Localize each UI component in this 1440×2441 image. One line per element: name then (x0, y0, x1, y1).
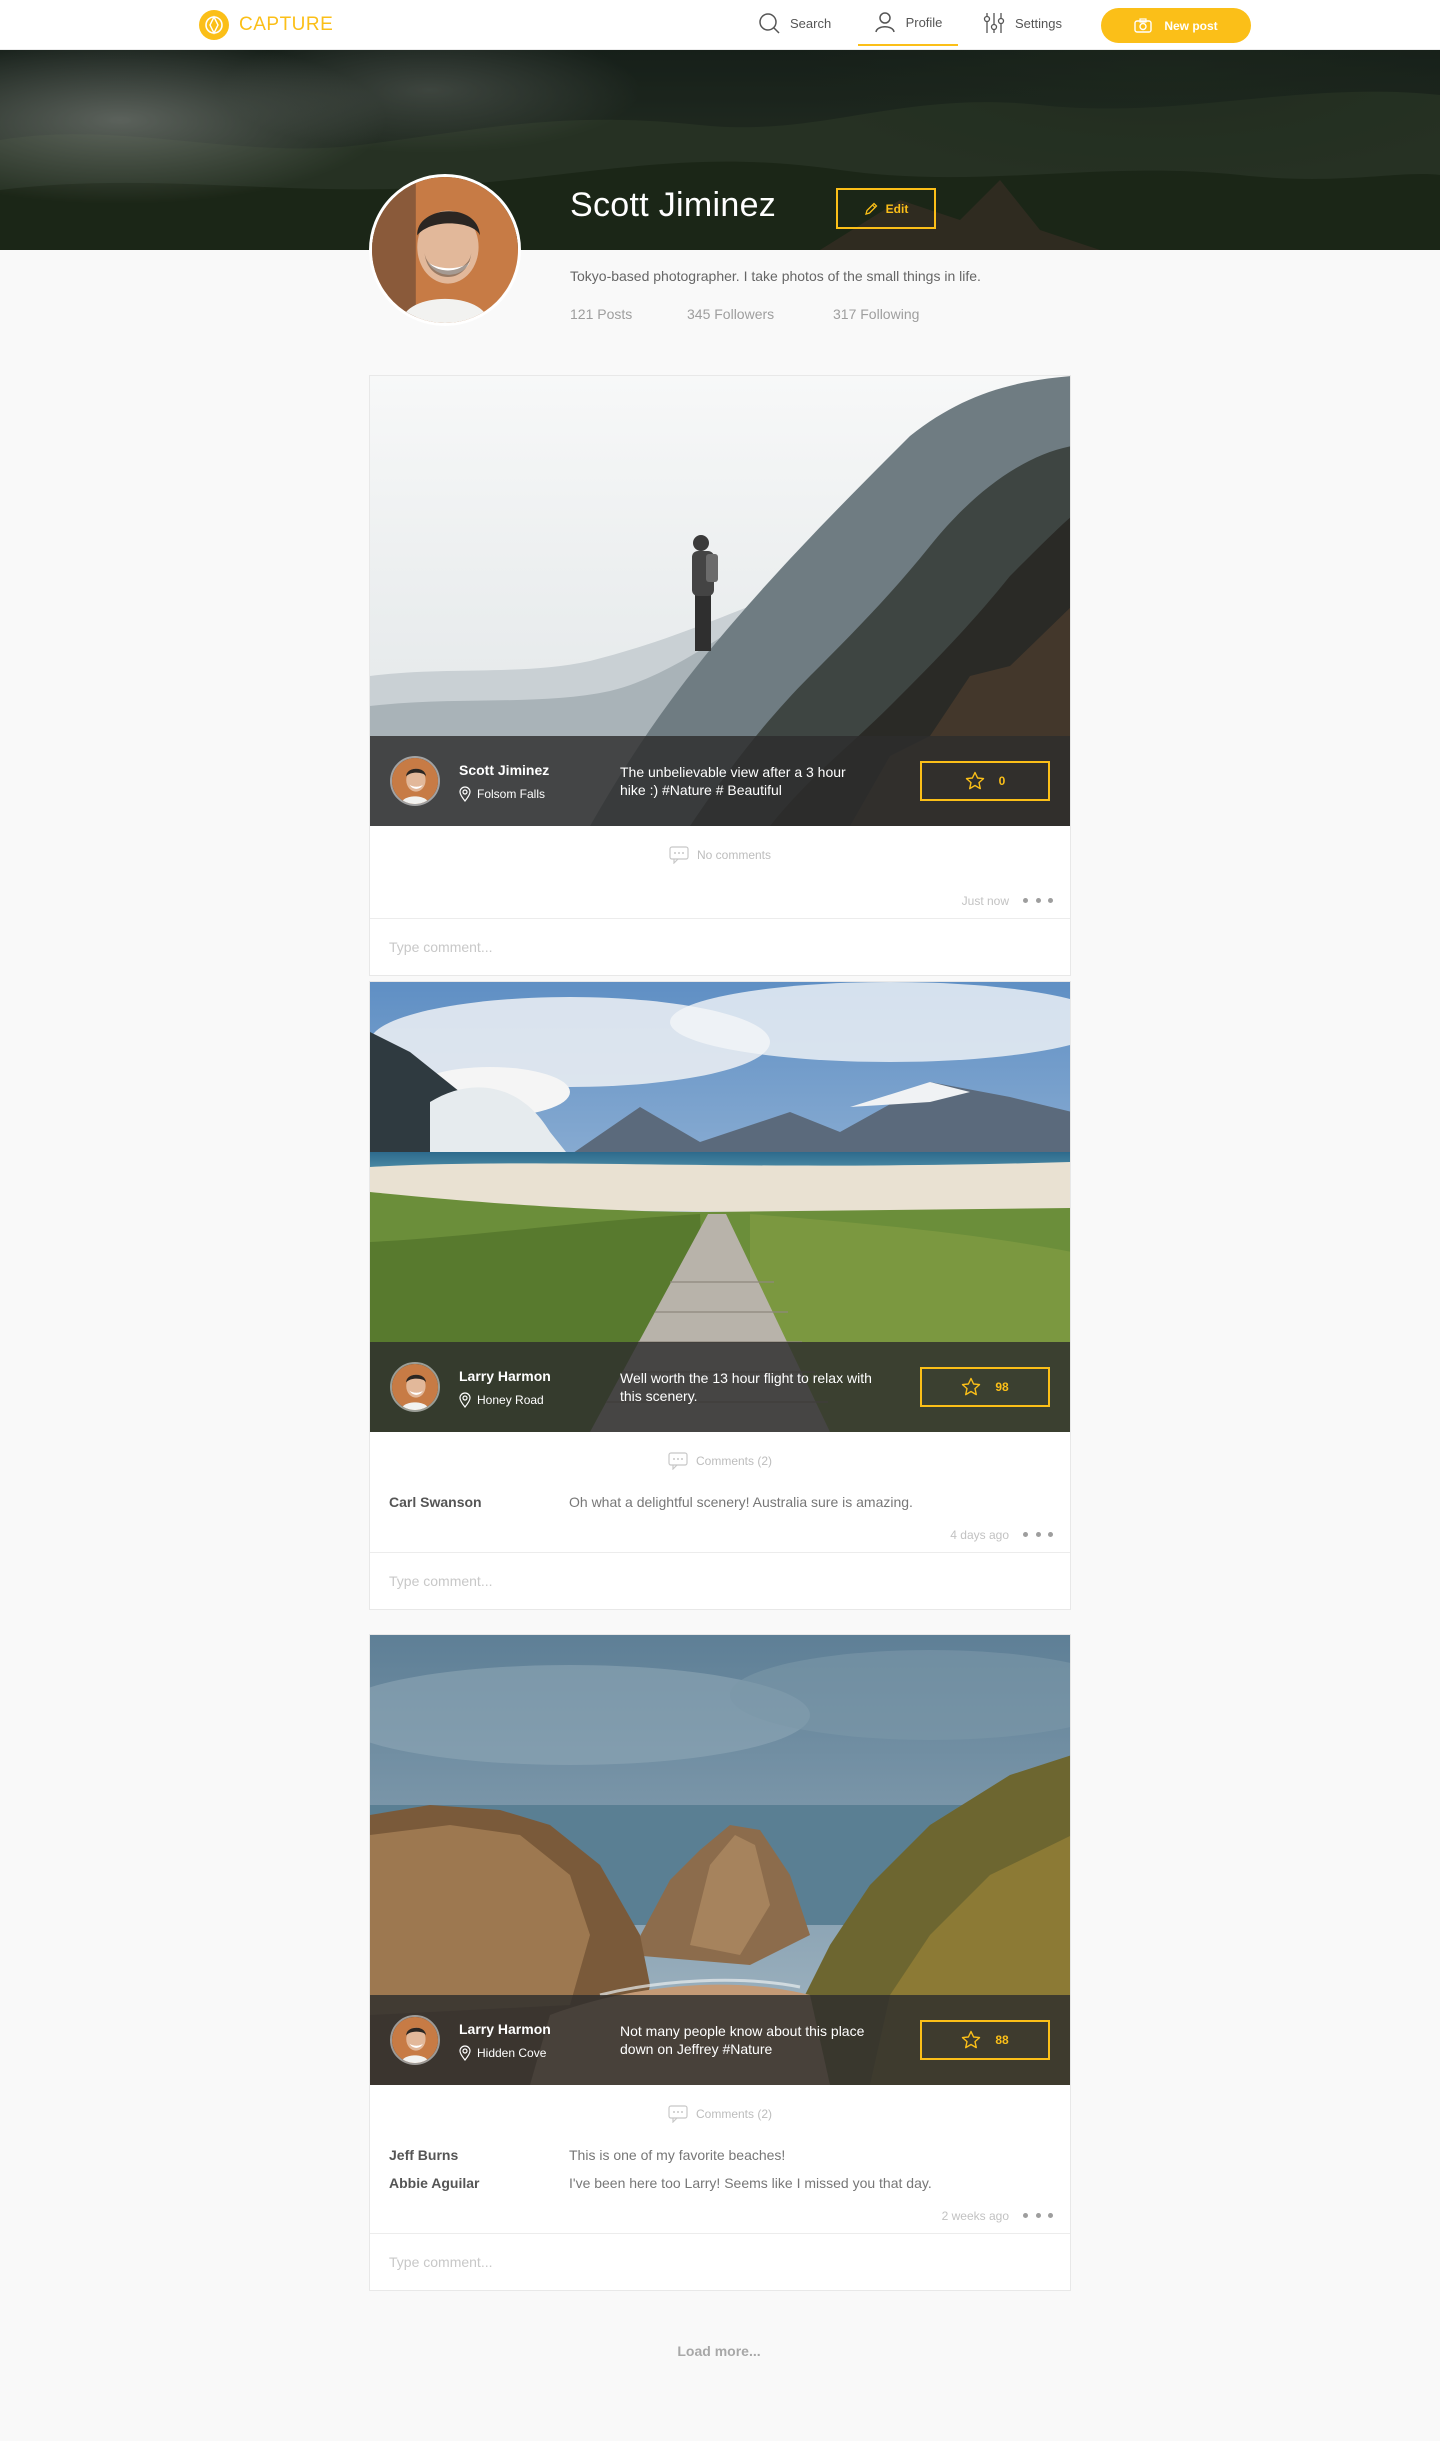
comments-header: No comments (370, 826, 1070, 884)
nav-search[interactable]: Search (758, 0, 831, 46)
sliders-icon (983, 13, 1005, 33)
post-caption-bar: Scott Jiminez Folsom Falls The unbelieva… (370, 736, 1070, 826)
profile-stats: 121 Posts 345 Followers 317 Following (570, 306, 919, 322)
comment-item: Abbie Aguilar I've been here too Larry! … (370, 2171, 1070, 2199)
avatar-portrait (392, 758, 438, 804)
post-photo[interactable]: Scott Jiminez Folsom Falls The unbelieva… (370, 376, 1070, 826)
comment-bubble-icon (669, 846, 689, 864)
more-options-icon[interactable] (1023, 1526, 1053, 1542)
post-photo[interactable]: Larry Harmon Honey Road Well worth the 1… (370, 982, 1070, 1432)
post-caption: Not many people know about this place do… (620, 2023, 865, 2057)
post-caption: Well worth the 13 hour flight to relax w… (620, 1370, 872, 1404)
more-options-icon[interactable] (1023, 892, 1053, 908)
post-meta: 2 weeks ago (370, 2199, 1070, 2233)
star-button[interactable]: 88 (920, 2020, 1050, 2060)
post-meta: 4 days ago (370, 1518, 1070, 1552)
load-more-button[interactable]: Load more... (619, 2343, 819, 2359)
star-count: 98 (995, 1380, 1009, 1394)
comments-count-label: Comments (2) (695, 1454, 772, 1468)
author-avatar[interactable] (390, 2015, 440, 2065)
brand-name: CAPTURE (239, 14, 334, 35)
top-navigation: CAPTURE Search Profile Settings New post (0, 0, 1440, 50)
aperture-icon (199, 10, 229, 40)
post-card: Larry Harmon Honey Road Well worth the 1… (369, 981, 1071, 1610)
star-count: 0 (998, 774, 1006, 788)
comment-item: Carl Swanson Oh what a delightful scener… (370, 1490, 1070, 1518)
star-icon (965, 771, 984, 790)
comment-input[interactable] (370, 2233, 1070, 2290)
map-pin-icon (459, 786, 471, 802)
post-caption-bar: Larry Harmon Honey Road Well worth the 1… (370, 1342, 1070, 1432)
post-caption: The unbelievable view after a 3 hour hik… (620, 764, 846, 798)
user-icon (874, 12, 895, 33)
author-avatar[interactable] (390, 1362, 440, 1412)
comments-count-label: No comments (696, 848, 772, 862)
comments-header[interactable]: Comments (2) (370, 1432, 1070, 1490)
profile-bio: Tokyo-based photographer. I take photos … (570, 268, 981, 284)
posts-count[interactable]: 121 Posts (570, 306, 687, 322)
nav-settings[interactable]: Settings (983, 0, 1062, 46)
following-count[interactable]: 317 Following (833, 306, 919, 322)
comments-count-label: Comments (2) (695, 2107, 772, 2121)
map-pin-icon (459, 1392, 471, 1408)
pencil-icon (864, 202, 878, 215)
comment-bubble-icon (668, 2105, 688, 2123)
camera-icon (1134, 18, 1153, 33)
avatar-portrait (392, 2017, 438, 2063)
followers-count[interactable]: 345 Followers (687, 306, 833, 322)
post-location[interactable]: Hidden Cove (459, 2045, 546, 2061)
author-name[interactable]: Larry Harmon (459, 1368, 551, 1384)
post-caption-bar: Larry Harmon Hidden Cove Not many people… (370, 1995, 1070, 2085)
star-icon (962, 1377, 981, 1396)
edit-profile-button[interactable]: Edit (836, 188, 936, 229)
comment-input[interactable] (370, 1552, 1070, 1609)
star-button[interactable]: 98 (920, 1367, 1050, 1407)
map-pin-icon (459, 2045, 471, 2061)
comments-header[interactable]: Comments (2) (370, 2085, 1070, 2143)
star-count: 88 (995, 2033, 1009, 2047)
post-timestamp: 2 weeks ago (941, 2209, 1009, 2223)
comment-text: This is one of my favorite beaches! (569, 2147, 786, 2163)
star-icon (962, 2030, 981, 2049)
new-post-button[interactable]: New post (1101, 8, 1251, 43)
post-timestamp: Just now (961, 894, 1009, 908)
avatar-portrait (372, 177, 518, 323)
author-name[interactable]: Scott Jiminez (459, 762, 549, 778)
nav-profile-label: Profile (905, 14, 943, 30)
post-timestamp: 4 days ago (950, 1528, 1009, 1542)
nav-search-label: Search (790, 15, 832, 31)
post-location[interactable]: Honey Road (459, 1392, 544, 1408)
comment-author[interactable]: Abbie Aguilar (389, 2175, 480, 2191)
comment-text: Oh what a delightful scenery! Australia … (569, 1494, 913, 1510)
profile-avatar[interactable] (369, 174, 521, 326)
comment-author[interactable]: Carl Swanson (389, 1494, 482, 1510)
profile-name: Scott Jiminez (570, 186, 777, 224)
comment-bubble-icon (668, 1452, 688, 1470)
author-name[interactable]: Larry Harmon (459, 2021, 551, 2037)
location-label: Folsom Falls (477, 787, 546, 801)
post-meta: Just now (370, 884, 1070, 918)
nav-settings-label: Settings (1015, 15, 1062, 31)
comment-text: I've been here too Larry! Seems like I m… (569, 2175, 932, 2191)
post-photo[interactable]: Larry Harmon Hidden Cove Not many people… (370, 1635, 1070, 2085)
post-location[interactable]: Folsom Falls (459, 786, 545, 802)
new-post-label: New post (1164, 18, 1218, 33)
more-options-icon[interactable] (1023, 2207, 1053, 2223)
star-button[interactable]: 0 (920, 761, 1050, 801)
search-icon (759, 13, 780, 34)
location-label: Honey Road (477, 1393, 544, 1407)
location-label: Hidden Cove (477, 2046, 547, 2060)
post-card: Scott Jiminez Folsom Falls The unbelieva… (369, 375, 1071, 976)
comment-input[interactable] (370, 918, 1070, 975)
nav-profile[interactable]: Profile (858, 0, 958, 46)
post-card: Larry Harmon Hidden Cove Not many people… (369, 1634, 1071, 2291)
author-avatar[interactable] (390, 756, 440, 806)
edit-label: Edit (885, 201, 909, 216)
brand-logo[interactable]: CAPTURE (199, 10, 333, 40)
avatar-portrait (392, 1364, 438, 1410)
comment-item: Jeff Burns This is one of my favorite be… (370, 2143, 1070, 2171)
comment-author[interactable]: Jeff Burns (389, 2147, 458, 2163)
